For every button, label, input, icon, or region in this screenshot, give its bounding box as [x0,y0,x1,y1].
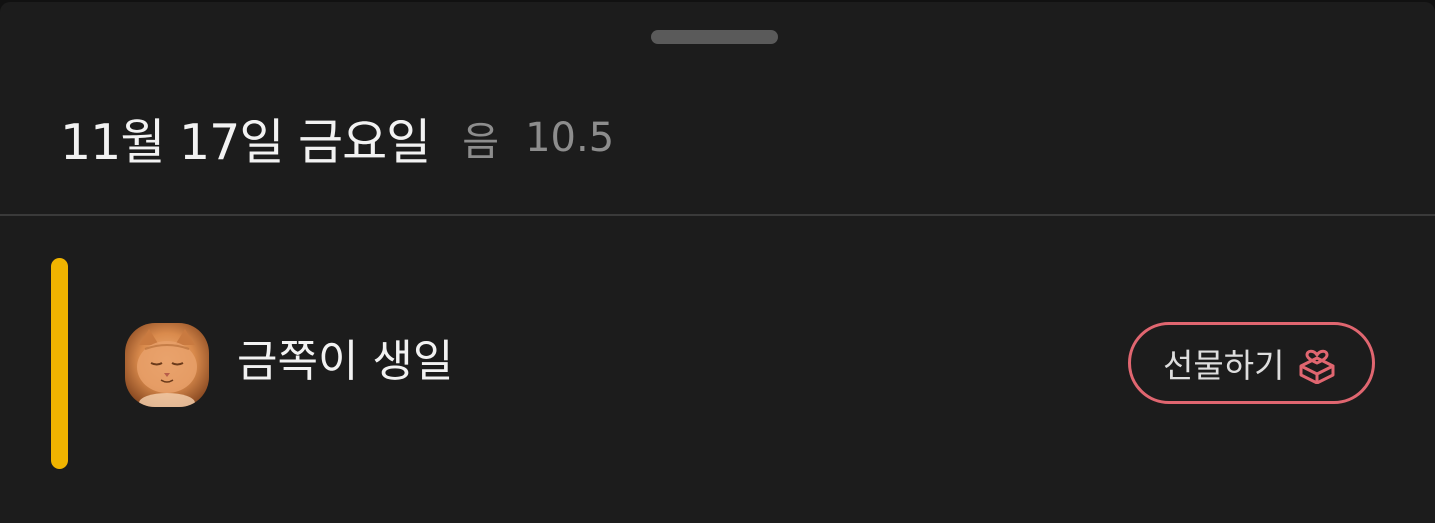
gift-button-label: 선물하기 [1163,346,1285,385]
drag-handle[interactable] [651,30,778,44]
cat-avatar-icon [125,323,209,407]
lunar-date: 10.5 [525,115,615,161]
gift-button[interactable]: 선물하기 [1128,322,1375,404]
avatar [125,323,209,407]
event-color-bar [51,258,68,469]
date-header: 11월 17일 금요일 음 10.5 [60,106,615,171]
divider [0,214,1435,216]
bottom-sheet: 11월 17일 금요일 음 10.5 금쪽이 생일 선물하기 [0,2,1435,523]
lunar-label: 음 [462,119,500,165]
date-title: 11월 17일 금요일 [60,113,431,171]
event-title[interactable]: 금쪽이 생일 [237,332,453,392]
gift-box-heart-icon [1298,342,1336,384]
